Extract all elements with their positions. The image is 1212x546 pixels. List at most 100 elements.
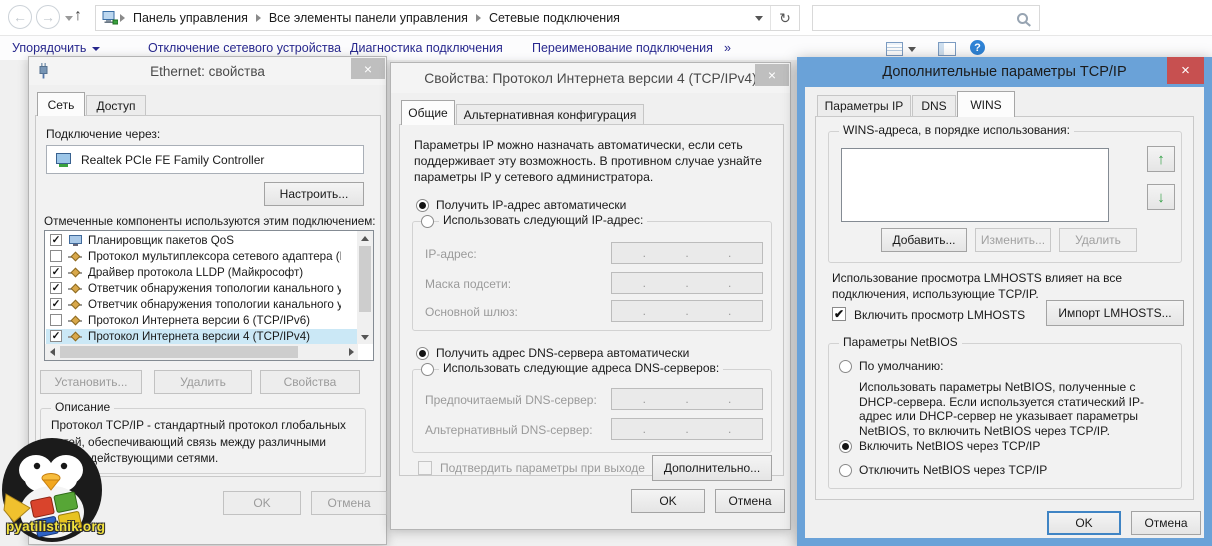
netbios-disable-radio[interactable] (839, 464, 852, 477)
auto-ip-label[interactable]: Получить IP-адрес автоматически (436, 198, 626, 212)
view-options-caret-icon[interactable] (908, 47, 916, 52)
ethernet-dialog-titlebar[interactable]: Ethernet: свойства × (29, 57, 386, 85)
tab-ip-settings[interactable]: Параметры IP (817, 95, 911, 117)
preferred-dns-label: Предпочитаемый DNS-сервер: (425, 393, 597, 407)
component-row[interactable]: ✓ Планировщик пакетов QoS (46, 233, 341, 249)
validate-settings-checkbox[interactable] (418, 461, 432, 475)
configure-button[interactable]: Настроить... (264, 182, 364, 206)
lmhosts-checkbox[interactable]: ✔ (832, 307, 846, 321)
ok-button[interactable]: OK (1047, 511, 1121, 535)
component-row[interactable]: ✓ Ответчик обнаружения топологии канальн… (46, 281, 341, 297)
auto-ip-radio[interactable] (416, 199, 429, 212)
uninstall-button[interactable]: Удалить (154, 370, 252, 394)
alternate-dns-field[interactable]: . . . (611, 418, 763, 440)
properties-button[interactable]: Свойства (260, 370, 360, 394)
component-row[interactable]: ✓ Драйвер протокола LLDP (Майкрософт) (46, 265, 341, 281)
netbios-enable-radio[interactable] (839, 440, 852, 453)
breadcrumb-all-items[interactable]: Все элементы панели управления (263, 11, 474, 25)
advanced-button[interactable]: Дополнительно... (652, 455, 772, 481)
move-up-button[interactable]: ↑ (1147, 146, 1175, 172)
organize-menu[interactable]: Упорядочить (12, 41, 100, 55)
netbios-default-label[interactable]: По умолчанию: (859, 359, 944, 373)
vertical-scrollbar[interactable] (357, 231, 373, 344)
scroll-left-button[interactable] (45, 344, 59, 360)
manual-dns-label[interactable]: Использовать следующие адреса DNS-сервер… (439, 361, 723, 375)
scrollbar-thumb[interactable] (359, 246, 371, 312)
move-down-button[interactable]: ↓ (1147, 184, 1175, 210)
recent-pages-caret-icon[interactable] (65, 16, 73, 21)
tab-dns[interactable]: DNS (912, 95, 956, 117)
auto-dns-label[interactable]: Получить адрес DNS-сервера автоматически (436, 346, 689, 360)
scroll-down-button[interactable] (357, 330, 373, 344)
component-row[interactable]: Протокол мультиплексора сетевого адаптер… (46, 249, 341, 265)
netbios-disable-label[interactable]: Отключить NetBIOS через TCP/IP (859, 463, 1047, 477)
component-checkbox[interactable]: ✓ (50, 266, 62, 278)
components-listbox[interactable]: ✓ Планировщик пакетов QoS Протокол мульт… (44, 230, 374, 361)
tab-network[interactable]: Сеть (37, 92, 85, 116)
component-row[interactable]: ✓ Ответчик обнаружения топологии канальн… (46, 297, 341, 313)
edit-button[interactable]: Изменить... (975, 228, 1051, 252)
component-row[interactable]: Протокол Интернета версии 6 (TCP/IPv6) (46, 313, 341, 329)
tab-general[interactable]: Общие (401, 100, 455, 125)
command-overflow-chevron[interactable]: » (724, 41, 731, 55)
tab-alternate-configuration[interactable]: Альтернативная конфигурация (456, 104, 644, 125)
component-row-selected[interactable]: ✓ Протокол Интернета версии 4 (TCP/IPv4) (46, 329, 357, 345)
back-button[interactable]: ← (8, 5, 32, 29)
auto-dns-radio[interactable] (416, 347, 429, 360)
netbios-default-radio[interactable] (839, 360, 852, 373)
ok-button[interactable]: OK (631, 489, 705, 513)
scroll-right-button[interactable] (344, 344, 358, 360)
horizontal-scrollbar[interactable] (45, 344, 358, 360)
cancel-button[interactable]: Отмена (311, 491, 387, 515)
add-button[interactable]: Добавить... (881, 228, 967, 252)
refresh-button[interactable]: ↻ (770, 6, 799, 30)
command-disable-device[interactable]: Отключение сетевого устройства (148, 41, 341, 55)
close-button[interactable]: × (755, 64, 789, 86)
manual-dns-radio[interactable] (421, 363, 434, 376)
breadcrumb-network-connections[interactable]: Сетевые подключения (483, 11, 626, 25)
address-bar[interactable]: Панель управления Все элементы панели уп… (95, 5, 800, 31)
advanced-dialog-titlebar[interactable]: Дополнительные параметры TCP/IP (797, 57, 1212, 87)
ip-address-field[interactable]: . . . (611, 242, 763, 264)
search-box[interactable] (812, 5, 1040, 31)
wins-addresses-listbox[interactable] (841, 148, 1109, 222)
component-checkbox[interactable]: ✓ (50, 298, 62, 310)
component-checkbox[interactable]: ✓ (50, 234, 62, 246)
search-input[interactable] (817, 8, 1011, 30)
close-button[interactable]: × (351, 58, 385, 79)
address-history-dropdown[interactable] (748, 6, 770, 30)
component-checkbox[interactable] (50, 250, 62, 262)
cancel-button[interactable]: Отмена (715, 489, 785, 513)
breadcrumb-control-panel[interactable]: Панель управления (127, 11, 254, 25)
manual-ip-label[interactable]: Использовать следующий IP-адрес: (439, 213, 647, 227)
up-button[interactable]: ↑ (74, 7, 82, 25)
component-checkbox[interactable]: ✓ (50, 330, 62, 342)
component-checkbox[interactable]: ✓ (50, 282, 62, 294)
import-lmhosts-button[interactable]: Импорт LMHOSTS... (1046, 300, 1184, 326)
help-icon[interactable]: ? (970, 40, 985, 55)
lmhosts-checkbox-label[interactable]: Включить просмотр LMHOSTS (854, 308, 1025, 322)
forward-button[interactable]: → (36, 5, 60, 29)
preferred-dns-field[interactable]: . . . (611, 388, 763, 410)
view-options-icon[interactable] (886, 42, 903, 56)
install-button[interactable]: Установить... (40, 370, 142, 394)
manual-ip-radio[interactable] (421, 215, 434, 228)
cancel-button[interactable]: Отмена (1131, 511, 1201, 535)
preview-pane-icon[interactable] (938, 42, 956, 56)
remove-button[interactable]: Удалить (1059, 228, 1137, 252)
ok-button[interactable]: OK (223, 491, 301, 515)
netbios-enable-label[interactable]: Включить NetBIOS через TCP/IP (859, 439, 1040, 453)
alternate-dns-label: Альтернативный DNS-сервер: (425, 423, 593, 437)
tab-access[interactable]: Доступ (86, 95, 146, 116)
scrollbar-thumb[interactable] (60, 346, 298, 358)
scroll-up-button[interactable] (357, 231, 373, 245)
command-diagnose[interactable]: Диагностика подключения (350, 41, 503, 55)
command-rename[interactable]: Переименование подключения (532, 41, 713, 55)
close-button[interactable]: × (1167, 57, 1204, 84)
gateway-field[interactable]: . . . (611, 300, 763, 322)
ipv4-dialog-titlebar[interactable]: Свойства: Протокол Интернета версии 4 (T… (391, 63, 790, 93)
component-checkbox[interactable] (50, 314, 62, 326)
chevron-down-icon (755, 16, 763, 21)
subnet-mask-field[interactable]: . . . (611, 272, 763, 294)
tab-wins[interactable]: WINS (957, 91, 1015, 117)
